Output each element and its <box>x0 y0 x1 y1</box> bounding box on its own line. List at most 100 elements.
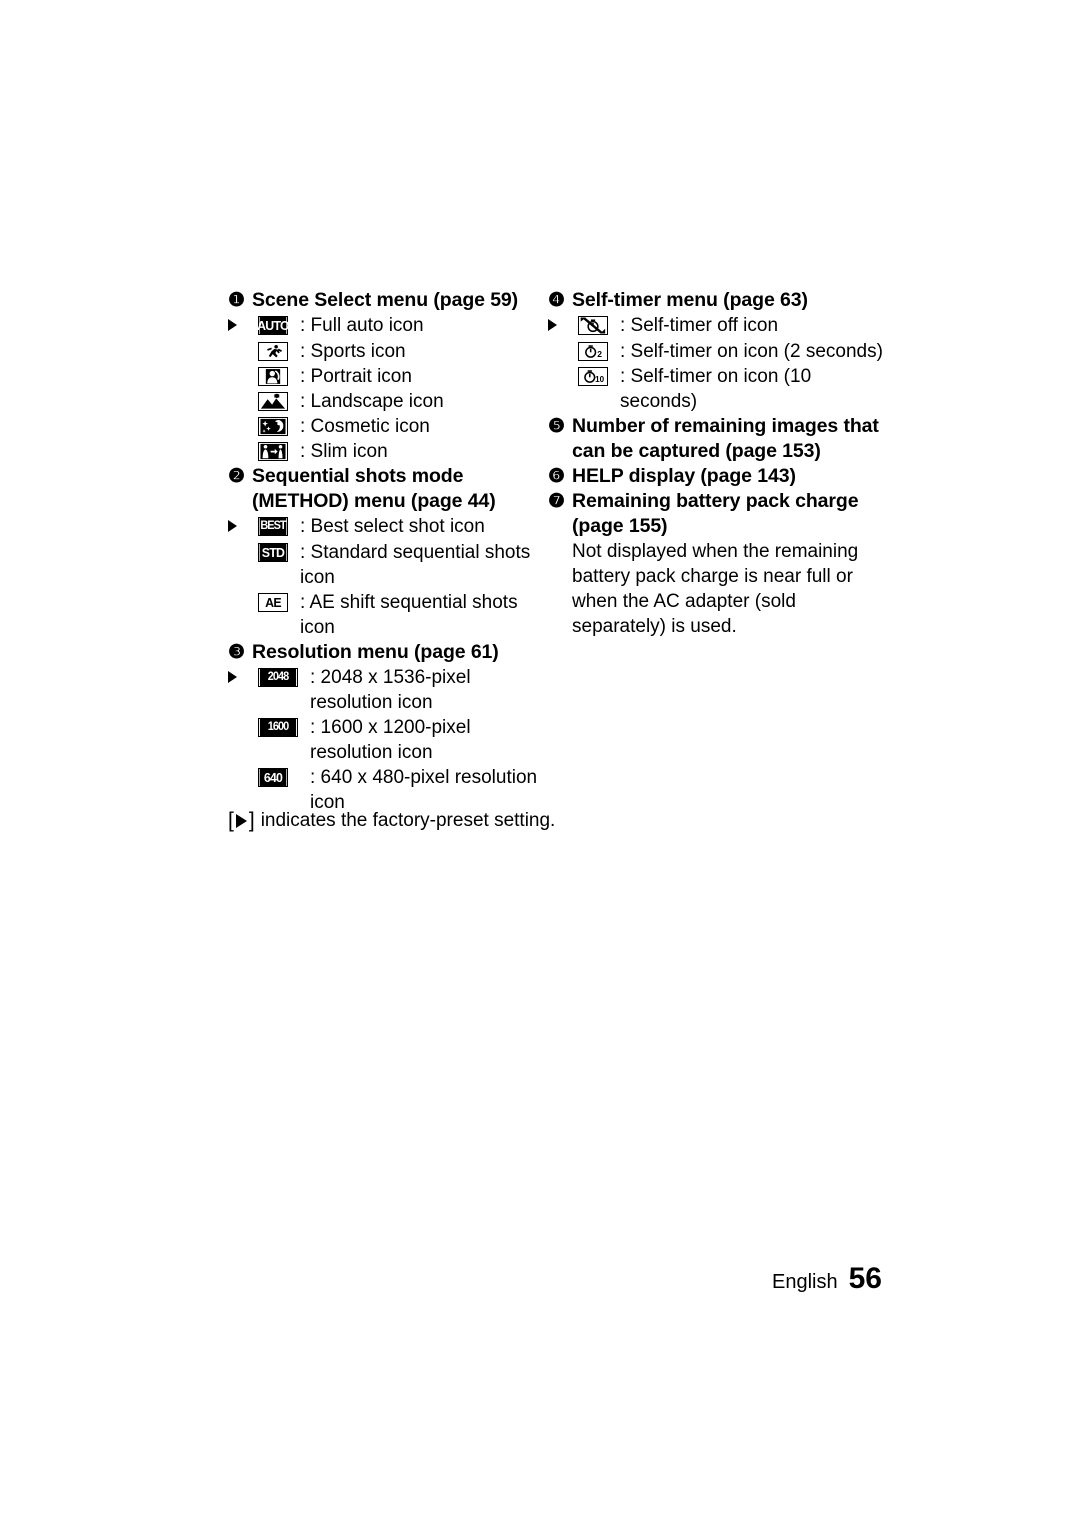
auto-icon-box: AUTO <box>257 316 290 335</box>
preset-triangle-icon <box>228 319 237 331</box>
section-scene-select: ❶ Scene Select menu (page 59) AUTO : Ful… <box>228 288 548 464</box>
svg-text:10: 10 <box>595 375 604 384</box>
list-item-label: : 1600 x 1200-pixel resolution icon <box>310 717 471 763</box>
section-sequential-shots: ❷ Sequential shots mode (METHOD) menu (p… <box>228 464 548 640</box>
list-item-label: : Self-timer on icon (10 seconds) <box>620 366 812 412</box>
list-item-label: : Self-timer off icon <box>620 315 779 336</box>
selftimer-off-icon <box>578 313 620 338</box>
list-item: : Portrait icon <box>228 364 548 389</box>
section-self-timer: ❹ Self-timer menu (page 63): Self-timer… <box>548 288 893 414</box>
list-item: BEST : Best select shot icon <box>228 514 548 540</box>
preset-marker-empty <box>228 364 258 365</box>
portrait-icon-box <box>258 367 288 386</box>
selftimer-10s-icon-box: 10 <box>578 367 608 386</box>
portrait-icon <box>258 364 300 389</box>
std-icon-box: STD <box>258 543 288 562</box>
selftimer-10s-icon: 10 <box>578 364 620 389</box>
list-item: : Self-timer off icon <box>548 313 893 339</box>
section-title-self-timer: Self-timer menu (page 63) <box>572 289 808 311</box>
sports-icon-box <box>258 342 288 361</box>
section-title-battery-charge: Remaining battery pack charge (page 155) <box>572 490 859 537</box>
section-number-5: ❺ <box>548 416 566 437</box>
selftimer-off-icon-box <box>578 316 608 335</box>
preset-marker <box>228 665 258 691</box>
section-heading: ❹ Self-timer menu (page 63) <box>548 288 893 313</box>
ae-icon: AE <box>258 590 300 615</box>
list-item: 2 : Self-timer on icon (2 seconds) <box>548 339 893 364</box>
list-item: : Cosmetic icon <box>228 414 548 439</box>
cosmetic-icon <box>258 414 300 439</box>
section-remaining-images: ❺ Number of remaining images that can be… <box>548 414 893 464</box>
list-item-label: : Slim icon <box>300 441 388 462</box>
list-item: STD : Standard sequential shots icon <box>228 540 548 590</box>
manual-page: ❶ Scene Select menu (page 59) AUTO : Ful… <box>0 0 1080 1529</box>
section-help-display: ❻ HELP display (page 143) <box>548 464 893 489</box>
list-item-label: : 2048 x 1536-pixel resolution icon <box>310 667 471 713</box>
left-column: ❶ Scene Select menu (page 59) AUTO : Ful… <box>228 288 548 815</box>
footnote-text: indicates the factory-preset setting. <box>260 810 556 831</box>
best-icon-box: BEST <box>258 517 288 536</box>
ae-icon-box: AE <box>258 593 288 612</box>
section-heading: ❷ Sequential shots mode (METHOD) menu (p… <box>228 464 548 514</box>
svg-text:2: 2 <box>597 349 602 359</box>
preset-marker-empty <box>228 389 258 390</box>
preset-triangle-icon <box>548 319 557 331</box>
cosmetic-icon-box <box>258 417 288 436</box>
footnote: [ ] indicates the factory-preset setting… <box>228 808 555 833</box>
list-item: AUTO : Full auto icon <box>228 313 548 339</box>
footnote-open-bracket: [ <box>228 809 234 832</box>
list-item-label: : Full auto icon <box>300 315 424 336</box>
preset-marker <box>548 313 578 339</box>
res-1600-icon-box: 1600 <box>258 718 298 737</box>
slim-icon-box <box>258 442 288 461</box>
list-item-label: : Self-timer on icon (2 seconds) <box>620 341 883 362</box>
list-item: : Landscape icon <box>228 389 548 414</box>
list-item-label: : Cosmetic icon <box>300 416 430 437</box>
section-number-3: ❸ <box>228 642 246 663</box>
list-item: 1600 : 1600 x 1200-pixel resolution icon <box>228 715 548 765</box>
two-column-content: ❶ Scene Select menu (page 59) AUTO : Ful… <box>228 288 908 815</box>
footer-language: English <box>772 1271 838 1293</box>
section-title-scene-select: Scene Select menu (page 59) <box>252 289 519 311</box>
preset-marker <box>228 313 258 339</box>
list-item: : Slim icon <box>228 439 548 464</box>
list-item-label: : Standard sequential shots icon <box>300 542 531 588</box>
preset-triangle-icon <box>228 520 237 532</box>
right-column: ❹ Self-timer menu (page 63): Self-timer… <box>548 288 893 639</box>
preset-marker-empty <box>228 590 258 591</box>
section-number-4: ❹ <box>548 290 566 311</box>
section-resolution: ❸ Resolution menu (page 61) 2048 : 2048 … <box>228 640 548 815</box>
res-1600-icon-label: 1600 <box>259 719 297 736</box>
res-640-icon: 640 <box>258 765 310 790</box>
list-item: : Sports icon <box>228 339 548 364</box>
section-title-resolution: Resolution menu (page 61) <box>252 641 499 663</box>
section-title-help-display: HELP display (page 143) <box>572 465 796 487</box>
sports-icon <box>258 339 300 364</box>
section-title-sequential-shots: Sequential shots mode (METHOD) menu (pag… <box>252 465 496 512</box>
preset-marker-empty <box>228 439 258 440</box>
res-640-icon-label: 640 <box>259 769 287 786</box>
section-heading: ❶ Scene Select menu (page 59) <box>228 288 548 313</box>
best-icon: BEST <box>258 514 300 539</box>
std-icon-label: STD <box>259 544 287 561</box>
sequential-shots-item-list: BEST : Best select shot icon STD : Stand <box>228 514 548 640</box>
list-item-label: : AE shift sequential shots icon <box>300 592 518 638</box>
auto-icon: AUTO <box>257 313 300 338</box>
footer-page-number: 56 <box>848 1262 882 1295</box>
footnote-close-bracket: ] <box>248 809 255 832</box>
section-title-remaining-images: Number of remaining images that can be c… <box>572 415 879 462</box>
section-number-1: ❶ <box>228 290 246 311</box>
section-number-6: ❻ <box>548 466 566 487</box>
self-timer-item-list: : Self-timer off icon 2: Self-timer on … <box>548 313 893 414</box>
landscape-icon-box <box>258 392 288 411</box>
scene-select-item-list: AUTO : Full auto icon: Sports icon: Po… <box>228 313 548 464</box>
selftimer-2s-icon-box: 2 <box>578 342 608 361</box>
section-battery-charge: ❼ Remaining battery pack charge (page 15… <box>548 489 893 639</box>
section-heading: ❺ Number of remaining images that can be… <box>548 414 893 464</box>
section-heading: ❻ HELP display (page 143) <box>548 464 893 489</box>
res-2048-icon-box: 2048 <box>258 668 298 687</box>
section-number-2: ❷ <box>228 466 246 487</box>
list-item-label: : Landscape icon <box>300 391 444 412</box>
preset-triangle-icon <box>235 813 247 828</box>
landscape-icon <box>258 389 300 414</box>
